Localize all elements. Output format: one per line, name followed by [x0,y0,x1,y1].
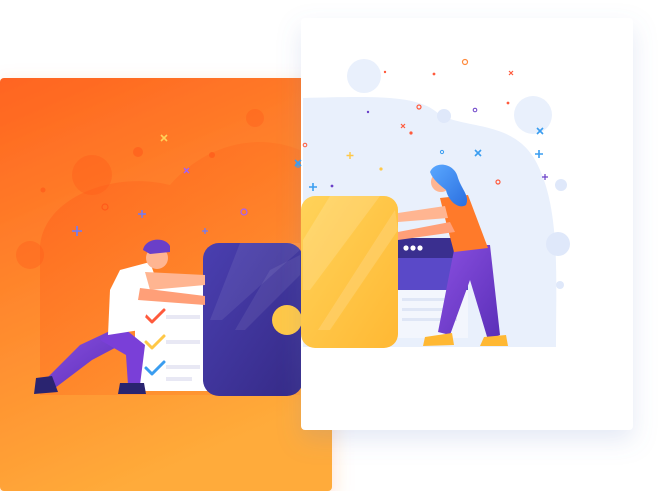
circle-icon [295,162,301,168]
illustration-canvas [0,18,633,491]
yellow-wallet-icon [301,196,398,348]
wallet-icon [203,243,303,396]
